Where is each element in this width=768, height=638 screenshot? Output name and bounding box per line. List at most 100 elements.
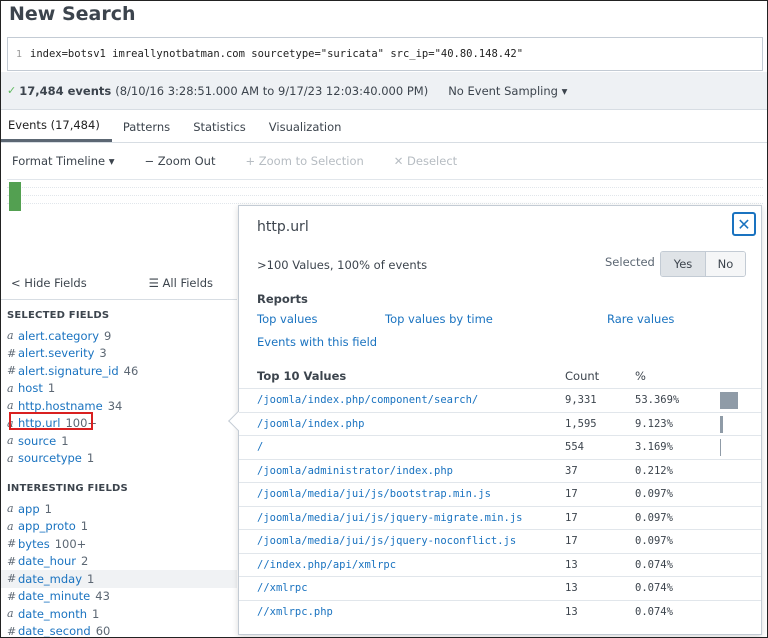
zoom-out-button[interactable]: − Zoom Out xyxy=(145,154,216,168)
value-link[interactable]: /joomla/index.php xyxy=(257,418,364,430)
percent-column-header: % xyxy=(635,369,646,383)
values-summary: >100 Values, 100% of events xyxy=(257,258,428,272)
value-row[interactable]: /joomla/media/jui/js/jquery-migrate.min.… xyxy=(239,505,761,530)
field-type-icon: a xyxy=(7,502,14,516)
value-row[interactable]: //xmlrpc.php 13 0.074% xyxy=(239,599,761,624)
tab-patterns[interactable]: Patterns xyxy=(116,111,182,142)
field-name[interactable]: date_month xyxy=(18,607,87,621)
selected-toggle: Yes No xyxy=(660,251,746,277)
field-type-icon: # xyxy=(7,624,17,638)
tab-visualization[interactable]: Visualization xyxy=(262,111,354,142)
value-row[interactable]: //xmlrpc 13 0.074% xyxy=(239,576,761,600)
value-link[interactable]: /joomla/media/jui/js/bootstrap.min.js xyxy=(257,488,491,500)
field-type-icon: a xyxy=(7,519,14,533)
timeline-toolbar: Format Timeline ▾ − Zoom Out + Zoom to S… xyxy=(1,144,767,178)
selected-no-button[interactable]: No xyxy=(706,252,745,276)
value-count: 554 xyxy=(565,441,584,453)
field-name[interactable]: date_second xyxy=(18,624,91,637)
value-share-bar xyxy=(720,415,723,433)
value-count: 13 xyxy=(565,582,578,594)
zoom-to-selection-button[interactable]: + Zoom to Selection xyxy=(245,154,363,168)
value-link[interactable]: /joomla/media/jui/js/jquery-noconflict.j… xyxy=(257,535,516,547)
value-link[interactable]: / xyxy=(257,441,263,453)
field-name[interactable]: source xyxy=(18,434,56,448)
splunk-search-window: New Search 1 index=botsv1 imreallynotbat… xyxy=(0,0,768,638)
field-name[interactable]: date_hour xyxy=(18,554,76,568)
results-tabs: Events (17,484) Patterns Statistics Visu… xyxy=(1,111,767,143)
field-count: 1 xyxy=(44,501,52,516)
search-bar[interactable]: 1 index=botsv1 imreallynotbatman.com sou… xyxy=(7,37,763,71)
value-link[interactable]: /joomla/index.php/component/search/ xyxy=(257,394,478,406)
value-row[interactable]: /joomla/index.php/component/search/9,331… xyxy=(239,388,761,412)
top-values-label: Top 10 Values xyxy=(257,369,347,383)
field-name[interactable]: alert.signature_id xyxy=(18,364,119,378)
timeline-bar[interactable] xyxy=(9,182,21,211)
deselect-button[interactable]: ✕ Deselect xyxy=(394,154,457,168)
field-item[interactable]: # date_second 60 xyxy=(1,623,237,638)
value-row[interactable]: //index.php/api/xmlrpc 13 0.074% xyxy=(239,552,761,577)
field-item[interactable]: # date_hour 2 xyxy=(1,553,237,571)
value-percent: 0.097% xyxy=(635,488,673,500)
value-link[interactable]: //xmlrpc xyxy=(257,582,308,594)
value-count: 9,331 xyxy=(565,394,597,406)
search-query[interactable]: index=botsv1 imreallynotbatman.com sourc… xyxy=(30,48,523,60)
event-sampling-dropdown[interactable]: No Event Sampling ▾ xyxy=(448,84,567,98)
value-percent: 0.212% xyxy=(635,464,673,477)
field-item[interactable]: a app_proto 1 xyxy=(1,518,237,536)
field-item[interactable]: a sourcetype 1 xyxy=(1,450,237,468)
field-item[interactable]: # bytes 100+ xyxy=(1,535,237,553)
value-percent: 53.369% xyxy=(635,394,680,406)
field-type-icon: # xyxy=(7,589,17,603)
format-timeline-button[interactable]: Format Timeline ▾ xyxy=(12,154,115,168)
field-type-icon: # xyxy=(7,537,17,551)
field-type-icon: a xyxy=(7,381,14,395)
tab-events[interactable]: Events (17,484) xyxy=(1,111,112,142)
field-item[interactable]: a host 1 xyxy=(1,380,237,398)
top-values-link[interactable]: Top values xyxy=(257,312,317,326)
field-name[interactable]: app_proto xyxy=(18,519,76,533)
rare-values-link[interactable]: Rare values xyxy=(607,312,674,326)
value-link[interactable]: //index.php/api/xmlrpc xyxy=(257,559,396,571)
value-link[interactable]: /joomla/media/jui/js/jquery-migrate.min.… xyxy=(257,512,523,524)
field-name[interactable]: host xyxy=(18,381,43,395)
interesting-fields-list: a app 1 a app_proto 1 # bytes 100+ # date_hour 2 # da… xyxy=(1,500,237,638)
interesting-fields-title: INTERESTING FIELDS xyxy=(7,483,128,494)
hide-fields-button[interactable]: < Hide Fields xyxy=(11,276,87,290)
value-percent: 0.074% xyxy=(635,558,673,571)
field-item[interactable]: a date_month 1 xyxy=(1,605,237,623)
tab-statistics[interactable]: Statistics xyxy=(186,111,258,142)
field-count: 1 xyxy=(61,433,69,448)
field-type-icon: a xyxy=(7,451,14,465)
field-name[interactable]: http.hostname xyxy=(18,399,103,413)
value-percent: 9.123% xyxy=(635,417,673,430)
field-name[interactable]: date_minute xyxy=(18,589,90,603)
value-row[interactable]: /joomla/media/jui/js/bootstrap.min.js 17 0… xyxy=(239,482,761,506)
field-item[interactable]: a app 1 xyxy=(1,500,237,518)
value-row[interactable]: /joomla/administrator/index.php 37 0.212% xyxy=(239,458,761,483)
selected-yes-button[interactable]: Yes xyxy=(661,252,706,276)
field-item[interactable]: # alert.severity 3 xyxy=(1,345,237,363)
field-name[interactable]: app xyxy=(18,502,40,516)
field-name[interactable]: bytes xyxy=(18,537,50,551)
value-count: 17 xyxy=(565,488,578,500)
field-name[interactable]: date_mday xyxy=(18,572,82,586)
close-button[interactable]: ✕ xyxy=(732,212,756,236)
all-fields-button[interactable]: ☰ All Fields xyxy=(149,276,213,290)
field-item[interactable]: # alert.signature_id 46 xyxy=(1,362,237,380)
field-name[interactable]: alert.severity xyxy=(18,346,94,360)
events-with-field-link[interactable]: Events with this field xyxy=(257,335,377,349)
field-name[interactable]: sourcetype xyxy=(18,451,82,465)
top-values-by-time-link[interactable]: Top values by time xyxy=(385,312,493,326)
value-row[interactable]: /joomla/media/jui/js/jquery-noconflict.j… xyxy=(239,529,761,553)
value-percent: 0.097% xyxy=(635,535,673,547)
field-item[interactable]: a alert.category 9 xyxy=(1,327,237,345)
value-link[interactable]: //xmlrpc.php xyxy=(257,606,333,618)
value-row[interactable]: / 554 3.169% xyxy=(239,435,761,459)
field-item[interactable]: a source 1 xyxy=(1,432,237,450)
field-item[interactable]: # date_mday 1 xyxy=(1,570,237,588)
field-item[interactable]: # date_minute 43 xyxy=(1,588,237,606)
value-row[interactable]: /joomla/index.php 1,595 9.123% xyxy=(239,411,761,436)
value-link[interactable]: /joomla/administrator/index.php xyxy=(257,465,453,477)
field-name[interactable]: alert.category xyxy=(18,329,99,343)
fields-header: < Hide Fields ☰ All Fields xyxy=(1,266,237,300)
